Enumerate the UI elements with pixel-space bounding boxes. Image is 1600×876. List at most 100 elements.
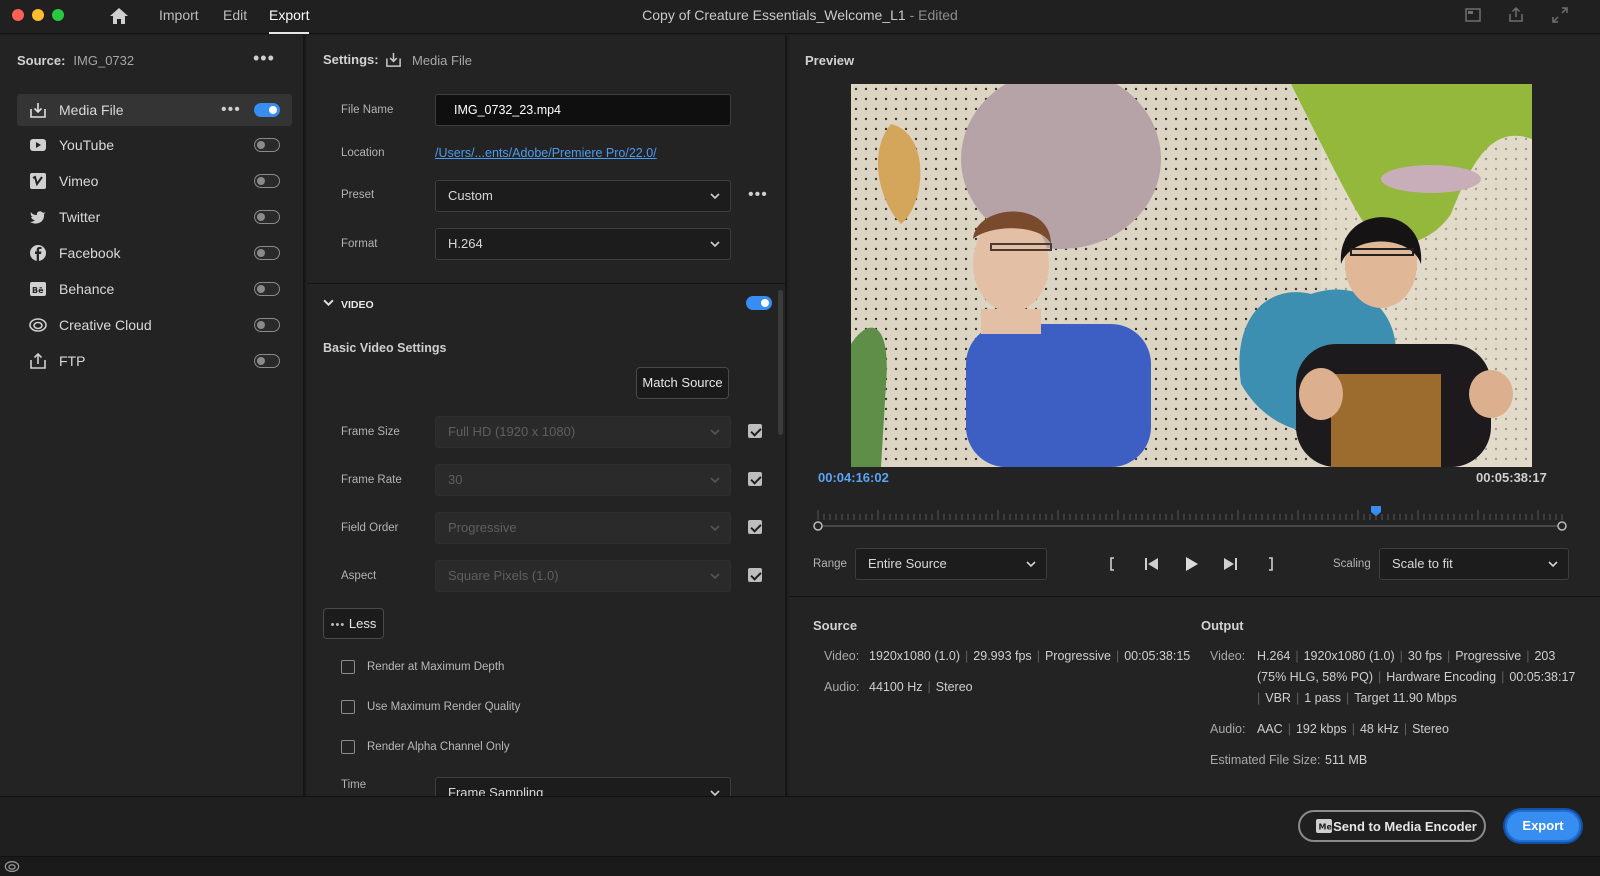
timeline-ticks	[817, 510, 1563, 520]
output-info-title: Output	[1201, 618, 1244, 633]
field-order-checkbox[interactable]	[748, 520, 762, 534]
chevron-down-icon	[710, 241, 720, 248]
file-name-input[interactable]: IMG_0732_23.mp4	[435, 94, 731, 126]
source-video-label: Video:	[824, 649, 860, 663]
render-max-depth-label: Render at Maximum Depth	[367, 661, 505, 673]
behance-toggle[interactable]	[254, 282, 280, 296]
media-file-more-icon[interactable]: •••	[221, 102, 241, 118]
creative-cloud-icon[interactable]	[4, 860, 20, 873]
section-divider	[307, 283, 787, 284]
close-window-button[interactable]	[12, 9, 24, 21]
youtube-toggle[interactable]	[254, 138, 280, 152]
source-audio-info: 44100 Hz | Stereo	[869, 680, 973, 694]
field-order-label: Field Order	[341, 522, 399, 534]
preview-video-frame	[851, 84, 1532, 467]
media-file-toggle[interactable]	[254, 103, 280, 117]
timeline-scrubber[interactable]	[810, 500, 1570, 532]
source-more-icon[interactable]: •••	[253, 49, 275, 67]
behance-icon: Bē	[30, 282, 46, 296]
export-button[interactable]: Export	[1505, 810, 1581, 842]
timecode-out: 00:05:38:17	[1476, 470, 1547, 485]
destination-facebook[interactable]: Facebook	[17, 237, 292, 269]
aspect-label: Aspect	[341, 570, 377, 582]
scaling-label: Scaling	[1333, 558, 1371, 570]
fullscreen-icon[interactable]	[1551, 6, 1569, 24]
tab-edit[interactable]: Edit	[223, 0, 247, 34]
chevron-down-icon	[710, 429, 720, 436]
chevron-down-icon	[710, 193, 720, 200]
vimeo-toggle[interactable]	[254, 174, 280, 188]
scaling-select[interactable]: Scale to fit	[1379, 548, 1569, 580]
location-link[interactable]: /Users/...ents/Adobe/Premiere Pro/22.0/	[435, 146, 657, 160]
basic-video-settings-title: Basic Video Settings	[323, 341, 447, 355]
chevron-down-icon	[1548, 561, 1558, 568]
time-select-clip: Frame Sampling	[435, 777, 731, 796]
frame-size-checkbox[interactable]	[748, 424, 762, 438]
svg-text:Bē: Bē	[32, 286, 44, 295]
format-select[interactable]: H.264	[435, 228, 731, 260]
svg-text:Me: Me	[1319, 823, 1333, 832]
destination-media-file[interactable]: Media File •••	[17, 94, 292, 126]
set-in-point-icon[interactable]	[1105, 556, 1121, 572]
render-max-depth-checkbox[interactable]	[341, 660, 355, 674]
vimeo-icon	[30, 173, 46, 189]
step-forward-icon[interactable]	[1223, 556, 1239, 572]
step-back-icon[interactable]	[1143, 556, 1159, 572]
title-bar: Import Edit Export Copy of Creature Esse…	[0, 0, 1600, 34]
playhead[interactable]	[1371, 506, 1381, 516]
estimated-size-label: Estimated File Size:	[1210, 753, 1321, 767]
preset-select[interactable]: Custom	[435, 180, 731, 212]
frame-size-select: Full HD (1920 x 1080)	[435, 416, 731, 448]
video-toggle[interactable]	[746, 296, 772, 310]
play-icon[interactable]	[1183, 556, 1199, 572]
home-icon[interactable]	[109, 6, 129, 26]
output-video-info-line2: (75% HLG, 58% PQ) | Hardware Encoding | 00:0…	[1257, 670, 1576, 684]
preset-label: Preset	[341, 189, 375, 201]
send-to-media-encoder-button[interactable]: Me Send to Media Encoder	[1298, 810, 1486, 842]
max-render-quality-checkbox[interactable]	[341, 700, 355, 714]
chevron-down-icon	[710, 477, 720, 484]
match-source-button[interactable]: Match Source	[636, 367, 729, 399]
preview-divider	[789, 596, 1600, 597]
preview-title: Preview	[805, 53, 855, 68]
aspect-checkbox[interactable]	[748, 568, 762, 582]
share-icon[interactable]	[1507, 6, 1525, 24]
render-alpha-checkbox[interactable]	[341, 740, 355, 754]
ftp-toggle[interactable]	[254, 354, 280, 368]
max-render-quality-label: Use Maximum Render Quality	[367, 701, 521, 713]
frame-rate-select: 30	[435, 464, 731, 496]
range-select[interactable]: Entire Source	[855, 548, 1047, 580]
destination-behance[interactable]: Bē Behance	[17, 273, 292, 305]
destination-ftp[interactable]: FTP	[17, 345, 292, 377]
destination-creative-cloud[interactable]: Creative Cloud	[17, 309, 292, 341]
set-out-point-icon[interactable]	[1262, 556, 1278, 572]
minimize-window-button[interactable]	[32, 9, 44, 21]
less-button[interactable]: ••• Less	[323, 608, 384, 639]
destination-vimeo[interactable]: Vimeo	[17, 165, 292, 197]
destination-twitter[interactable]: Twitter	[17, 201, 292, 233]
preset-more-icon[interactable]: •••	[748, 187, 768, 203]
estimated-size-value: 511 MB	[1325, 753, 1368, 767]
settings-scrollbar[interactable]	[778, 290, 783, 435]
creative-cloud-icon	[29, 318, 47, 332]
twitter-toggle[interactable]	[254, 210, 280, 224]
frame-rate-checkbox[interactable]	[748, 472, 762, 486]
out-point-handle[interactable]	[1557, 521, 1567, 531]
output-video-info-line3: | VBR | 1 pass | Target 11.90 Mbps	[1257, 691, 1457, 705]
download-icon	[30, 103, 46, 118]
tab-export[interactable]: Export	[269, 0, 310, 34]
chevron-down-icon[interactable]	[323, 297, 334, 308]
in-point-handle[interactable]	[813, 521, 823, 531]
source-video-info: 1920x1080 (1.0) | 29.993 fps | Progressive | 0…	[869, 649, 1191, 663]
tab-import[interactable]: Import	[159, 0, 199, 34]
quick-export-icon[interactable]	[1464, 6, 1482, 24]
destination-youtube[interactable]: YouTube	[17, 129, 292, 161]
maximize-window-button[interactable]	[52, 9, 64, 21]
facebook-toggle[interactable]	[254, 246, 280, 260]
aspect-select: Square Pixels (1.0)	[435, 560, 731, 592]
output-audio-label: Audio:	[1210, 722, 1246, 736]
video-section-title[interactable]: VIDEO	[341, 299, 374, 311]
time-interpolation-select[interactable]: Frame Sampling	[435, 777, 731, 796]
source-info-title: Source	[813, 618, 858, 633]
creative-cloud-toggle[interactable]	[254, 318, 280, 332]
